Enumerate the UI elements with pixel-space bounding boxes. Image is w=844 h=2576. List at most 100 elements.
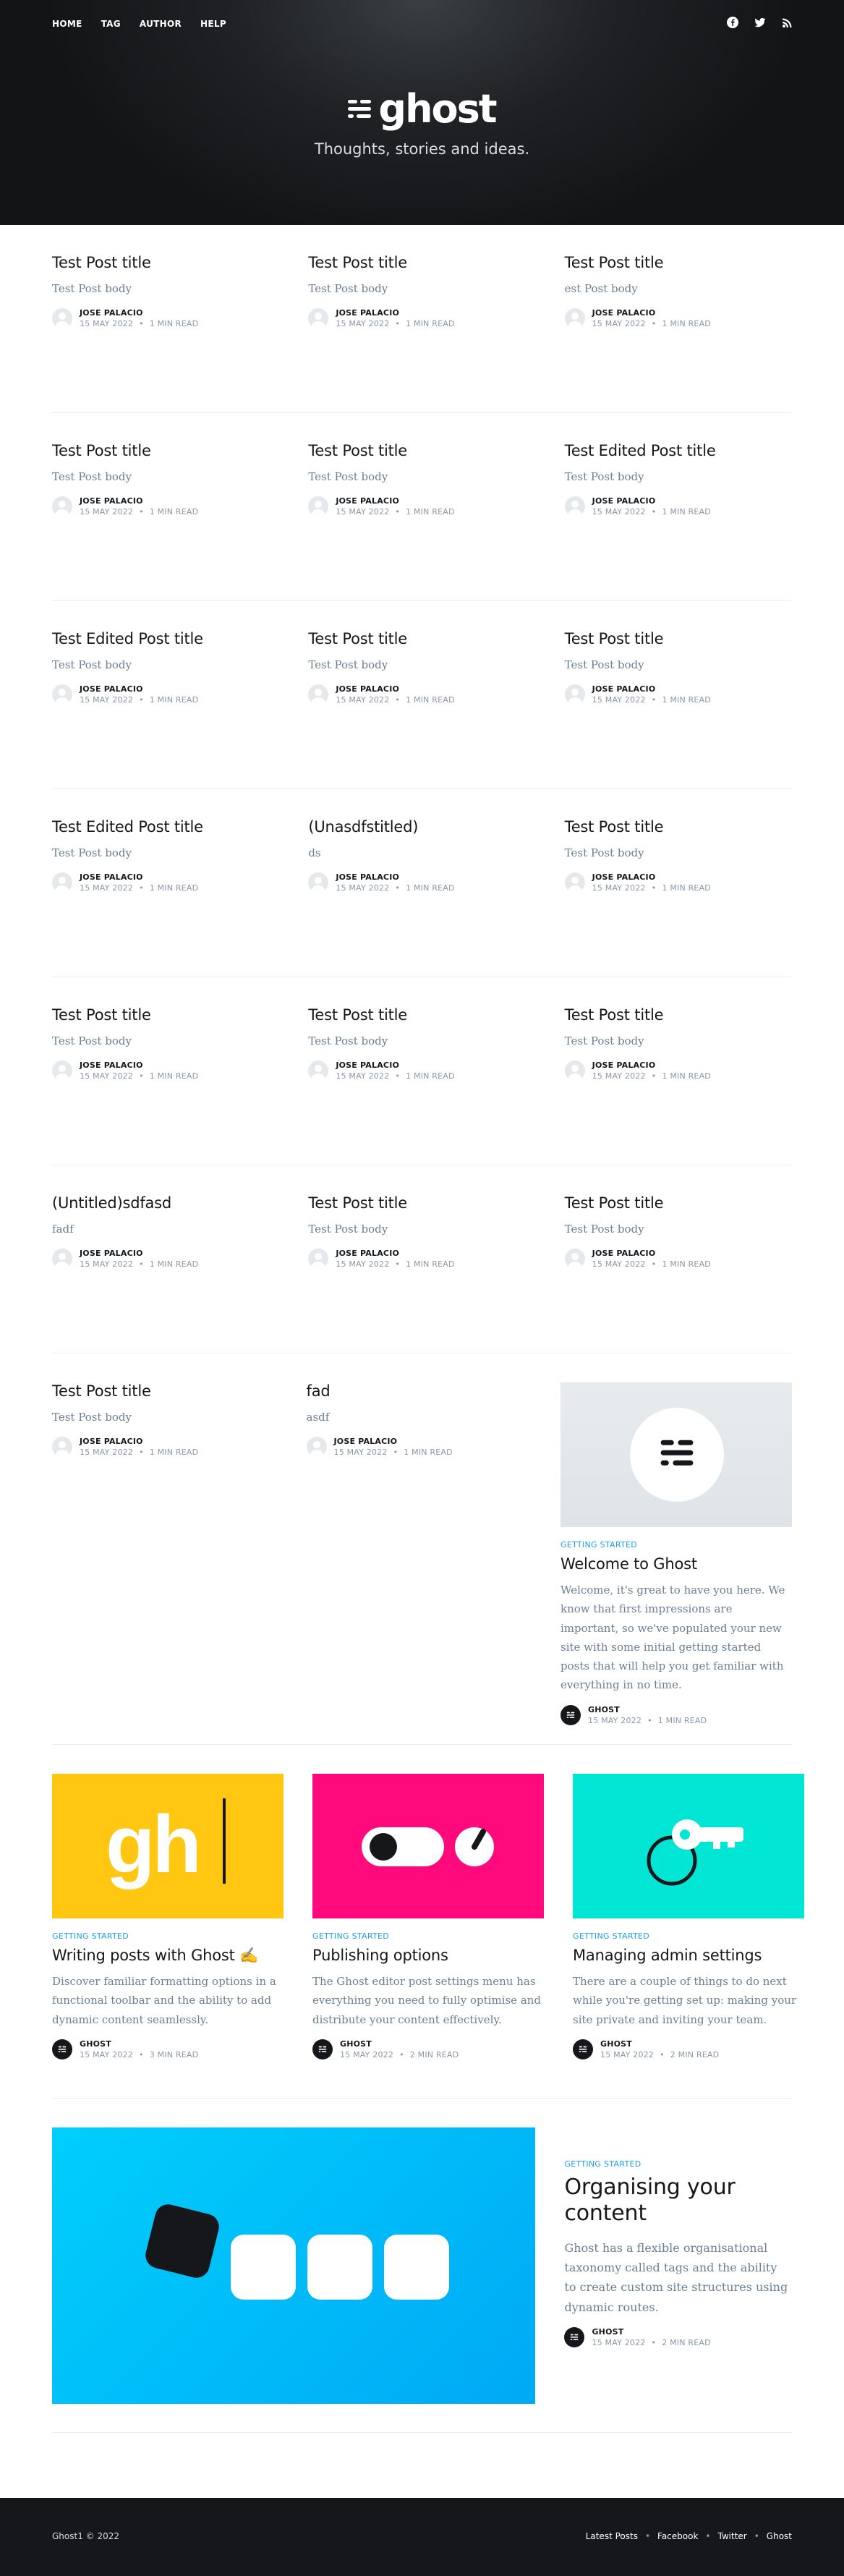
post-title[interactable]: Test Post title [565, 1194, 792, 1212]
author-name[interactable]: JOSE PALACIO [592, 872, 711, 882]
author-avatar[interactable] [564, 1249, 585, 1270]
author-avatar[interactable] [308, 1060, 329, 1081]
author-avatar[interactable] [564, 1060, 585, 1081]
post-tag[interactable]: GETTING STARTED [560, 1540, 792, 1550]
author-name[interactable]: JOSE PALACIO [592, 1060, 711, 1070]
post-card[interactable]: Test Post title est Post body JOSE PALACIO… [564, 254, 792, 412]
author-avatar[interactable] [564, 496, 585, 517]
author-name[interactable]: JOSE PALACIO [80, 872, 198, 882]
author-avatar[interactable] [308, 308, 329, 329]
post-title[interactable]: Test Post title [308, 1006, 535, 1024]
author-name[interactable]: JOSE PALACIO [80, 1437, 198, 1446]
post-title[interactable]: fad [307, 1382, 532, 1400]
post-title[interactable]: Test Post title [565, 818, 792, 836]
post-card[interactable]: Test Post title Test Post body JOSE PALACI… [564, 630, 792, 788]
post-card[interactable]: Test Post title Test Post body JOSE PALACI… [52, 254, 279, 412]
post-title[interactable]: Test Post title [565, 1006, 792, 1024]
nav-author[interactable]: AUTHOR [140, 19, 182, 29]
author-avatar[interactable] [564, 684, 585, 705]
post-card[interactable]: Test Edited Post title Test Post body JOSE… [564, 442, 792, 600]
author-name[interactable]: JOSE PALACIO [80, 684, 198, 694]
post-card[interactable]: (Unasdfstitled) ds JOSE PALACIO 15 MAY 2022… [308, 818, 535, 977]
post-title[interactable]: Test Post title [52, 1382, 278, 1400]
post-card[interactable]: GETTING STARTED Organising your content … [564, 2127, 792, 2432]
post-title[interactable]: (Untitled)sdfasd [52, 1194, 279, 1212]
author-avatar[interactable] [52, 1437, 72, 1458]
post-card[interactable]: Test Post title Test Post body JOSE PALACI… [52, 442, 279, 600]
author-avatar[interactable] [308, 1249, 329, 1270]
post-title[interactable]: Welcome to Ghost [560, 1555, 792, 1573]
author-name[interactable]: JOSE PALACIO [592, 496, 711, 506]
author-name[interactable]: JOSE PALACIO [336, 1060, 454, 1070]
post-card[interactable]: Test Post title Test Post body JOSE PALA… [52, 1382, 278, 1744]
post-image[interactable] [573, 1774, 804, 1918]
author-avatar[interactable] [52, 684, 72, 705]
footer-link-twitter[interactable]: Twitter [718, 2531, 747, 2541]
author-avatar[interactable] [564, 308, 585, 329]
author-avatar[interactable] [52, 2039, 72, 2059]
post-title[interactable]: Test Edited Post title [565, 442, 792, 460]
facebook-icon[interactable] [727, 17, 738, 28]
author-avatar[interactable] [564, 872, 585, 893]
nav-help[interactable]: HELP [200, 19, 226, 29]
post-card[interactable]: Test Post title Test Post body JOSE PALACI… [308, 1194, 535, 1353]
post-title[interactable]: Test Post title [308, 1194, 535, 1212]
author-avatar[interactable] [52, 308, 72, 329]
post-card[interactable]: Test Post title Test Post body JOSE PALACI… [52, 1006, 279, 1165]
author-avatar[interactable] [308, 496, 329, 517]
post-title[interactable]: Test Post title [308, 442, 535, 460]
author-name[interactable]: GHOST [80, 2039, 198, 2049]
author-name[interactable]: JOSE PALACIO [592, 1249, 711, 1258]
author-avatar[interactable] [52, 1060, 72, 1081]
author-name[interactable]: JOSE PALACIO [336, 872, 454, 882]
post-tag[interactable]: GETTING STARTED [564, 2159, 792, 2169]
nav-tag[interactable]: TAG [101, 19, 121, 29]
post-title[interactable]: (Unasdfstitled) [308, 818, 535, 836]
post-title[interactable]: Managing admin settings [573, 1947, 804, 1965]
footer-link-latest-posts[interactable]: Latest Posts [586, 2531, 638, 2541]
author-name[interactable]: GHOST [592, 2327, 710, 2337]
nav-home[interactable]: HOME [52, 19, 82, 29]
post-title[interactable]: Test Post title [308, 630, 535, 648]
author-avatar[interactable] [52, 496, 72, 517]
author-name[interactable]: GHOST [588, 1705, 707, 1714]
author-name[interactable]: JOSE PALACIO [334, 1437, 453, 1446]
post-title[interactable]: Writing posts with Ghost ✍️ [52, 1947, 284, 1965]
post-card[interactable]: Test Post title Test Post body JOSE PALACI… [308, 254, 535, 412]
author-name[interactable]: GHOST [340, 2039, 459, 2049]
site-logo[interactable]: ghost [0, 90, 844, 129]
post-title[interactable]: Test Post title [565, 630, 792, 648]
author-name[interactable]: JOSE PALACIO [592, 684, 711, 694]
post-card[interactable]: fad asdf JOSE PALACIO 15 MAY 2022 • 1 MIN … [306, 1382, 532, 1744]
rss-icon[interactable] [782, 17, 793, 28]
post-card[interactable]: GETTING STARTED Managing admin settings … [573, 1774, 804, 2098]
post-title[interactable]: Test Edited Post title [52, 818, 279, 836]
footer-link-ghost[interactable]: Ghost [767, 2531, 792, 2541]
post-card[interactable]: Test Edited Post title Test Post body JOSE… [52, 818, 279, 977]
post-card[interactable]: Test Post title Test Post body JOSE PALACI… [308, 1006, 535, 1165]
post-card[interactable]: gh GETTING STARTED Writing posts with Gh… [52, 1774, 284, 2098]
post-image[interactable] [312, 1774, 544, 1918]
post-card[interactable]: Test Edited Post title Test Post body JOSE… [52, 630, 279, 788]
author-name[interactable]: JOSE PALACIO [336, 1249, 454, 1258]
author-avatar[interactable] [308, 684, 329, 705]
post-image[interactable] [52, 2127, 536, 2404]
post-title[interactable]: Test Post title [565, 254, 792, 272]
post-tag[interactable]: GETTING STARTED [312, 1931, 544, 1941]
author-avatar[interactable] [52, 1249, 72, 1270]
post-title[interactable]: Organising your content [564, 2175, 792, 2227]
author-name[interactable]: JOSE PALACIO [592, 308, 711, 318]
post-title[interactable]: Test Post title [52, 1006, 279, 1024]
post-card[interactable]: Test Post title Test Post body JOSE PALACI… [308, 442, 535, 600]
author-name[interactable]: JOSE PALACIO [336, 496, 454, 506]
author-name[interactable]: JOSE PALACIO [80, 1249, 198, 1258]
twitter-icon[interactable] [754, 17, 766, 28]
author-name[interactable]: GHOST [600, 2039, 719, 2049]
post-card[interactable]: Test Post title Test Post body JOSE PALACI… [564, 1194, 792, 1353]
author-avatar[interactable] [52, 872, 72, 893]
author-name[interactable]: JOSE PALACIO [80, 1060, 198, 1070]
author-avatar[interactable] [312, 2039, 333, 2059]
post-card[interactable]: GETTING STARTED Publishing options The G… [312, 1774, 544, 2098]
post-card[interactable]: Test Post title Test Post body JOSE PALACI… [308, 630, 535, 788]
post-title[interactable]: Test Edited Post title [52, 630, 279, 648]
